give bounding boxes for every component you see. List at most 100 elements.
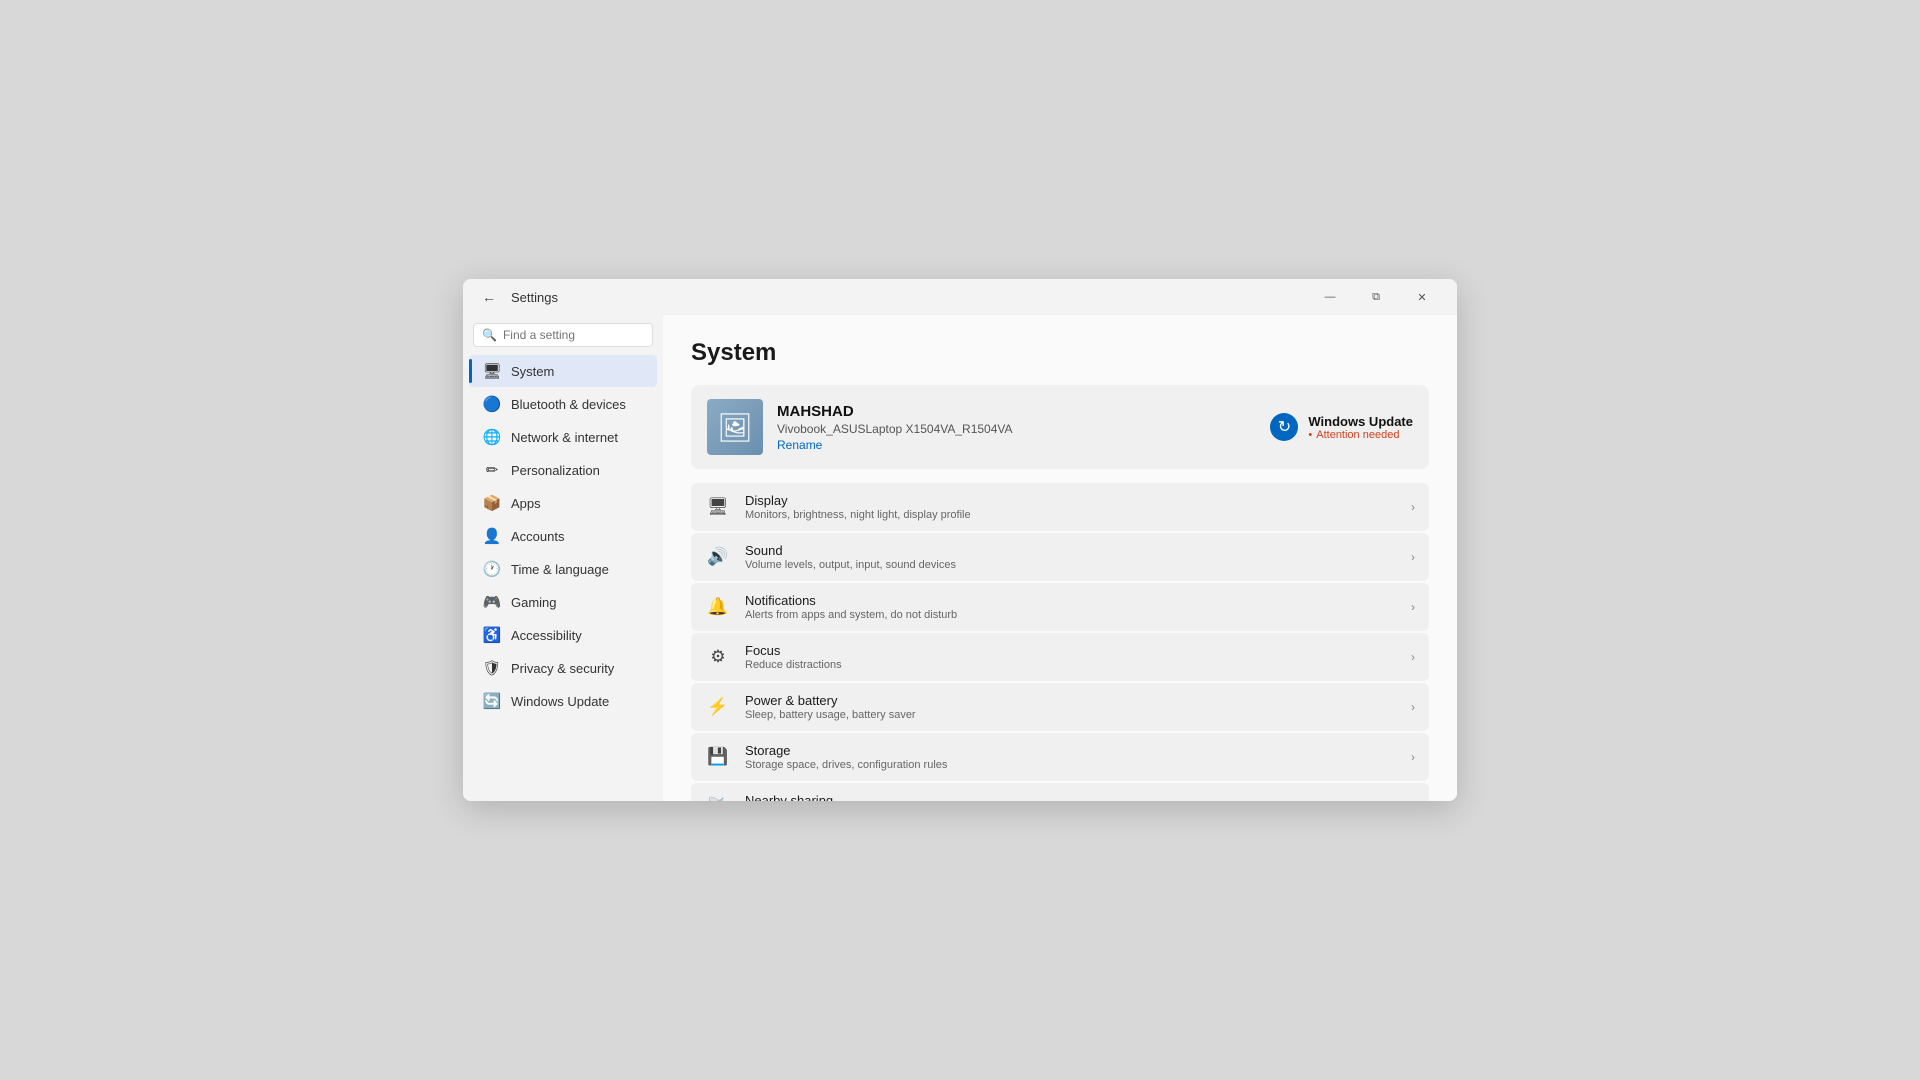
- nearby-label: Nearby sharing: [745, 793, 1397, 801]
- sidebar-item-gaming[interactable]: 🎮 Gaming: [469, 586, 657, 618]
- sidebar-label-apps: Apps: [511, 496, 541, 511]
- sound-desc: Volume levels, output, input, sound devi…: [745, 559, 1397, 571]
- back-button[interactable]: ←: [475, 283, 503, 311]
- sound-label: Sound: [745, 543, 1397, 558]
- settings-row-power[interactable]: ⚡ Power & battery Sleep, battery usage, …: [691, 683, 1429, 731]
- time-icon: 🕐: [483, 560, 501, 578]
- focus-text: Focus Reduce distractions: [745, 643, 1397, 671]
- system-icon: 🖥: [483, 362, 501, 380]
- sidebar-item-windowsupdate[interactable]: 🔄 Windows Update: [469, 685, 657, 717]
- storage-desc: Storage space, drives, configuration rul…: [745, 759, 1397, 771]
- update-title: Windows Update: [1308, 414, 1413, 429]
- focus-chevron: ›: [1411, 650, 1415, 664]
- sidebar-item-personalization[interactable]: ✏ Personalization: [469, 454, 657, 486]
- personalization-icon: ✏: [483, 461, 501, 479]
- update-widget[interactable]: ↻ Windows Update Attention needed: [1270, 413, 1413, 441]
- sidebar-label-gaming: Gaming: [511, 595, 557, 610]
- update-icon: ↻: [1270, 413, 1298, 441]
- power-icon: ⚡: [705, 694, 731, 720]
- display-label: Display: [745, 493, 1397, 508]
- sidebar: 🔍 🖥 System 🔵 Bluetooth & devices 🌐 Netwo…: [463, 315, 663, 801]
- gaming-icon: 🎮: [483, 593, 501, 611]
- storage-chevron: ›: [1411, 750, 1415, 764]
- settings-row-sound[interactable]: 🔊 Sound Volume levels, output, input, so…: [691, 533, 1429, 581]
- profile-info: MAHSHAD Vivobook_ASUSLaptop X1504VA_R150…: [777, 403, 1256, 452]
- titlebar-left: ← Settings: [475, 283, 558, 311]
- update-text: Windows Update Attention needed: [1308, 414, 1413, 441]
- sound-chevron: ›: [1411, 550, 1415, 564]
- window-controls: — ⧉ ✕: [1307, 281, 1445, 313]
- notifications-label: Notifications: [745, 593, 1397, 608]
- privacy-icon: 🛡: [483, 659, 501, 677]
- search-box[interactable]: 🔍: [473, 323, 653, 347]
- display-text: Display Monitors, brightness, night ligh…: [745, 493, 1397, 521]
- storage-icon: 💾: [705, 744, 731, 770]
- sidebar-item-privacy[interactable]: 🛡 Privacy & security: [469, 652, 657, 684]
- update-subtitle: Attention needed: [1308, 429, 1413, 441]
- accessibility-icon: ♿: [483, 626, 501, 644]
- search-icon: 🔍: [482, 328, 497, 342]
- power-desc: Sleep, battery usage, battery saver: [745, 709, 1397, 721]
- power-chevron: ›: [1411, 700, 1415, 714]
- accounts-icon: 👤: [483, 527, 501, 545]
- sidebar-item-system[interactable]: 🖥 System: [469, 355, 657, 387]
- rename-button[interactable]: Rename: [777, 438, 1256, 452]
- focus-label: Focus: [745, 643, 1397, 658]
- sound-text: Sound Volume levels, output, input, soun…: [745, 543, 1397, 571]
- display-desc: Monitors, brightness, night light, displ…: [745, 509, 1397, 521]
- power-text: Power & battery Sleep, battery usage, ba…: [745, 693, 1397, 721]
- titlebar: ← Settings — ⧉ ✕: [463, 279, 1457, 315]
- settings-list: 🖥 Display Monitors, brightness, night li…: [691, 483, 1429, 801]
- settings-row-focus[interactable]: ⚙ Focus Reduce distractions ›: [691, 633, 1429, 681]
- close-button[interactable]: ✕: [1399, 281, 1445, 313]
- settings-row-nearby[interactable]: 📡 Nearby sharing Discoverability, receiv…: [691, 783, 1429, 801]
- maximize-button[interactable]: ⧉: [1353, 281, 1399, 313]
- apps-icon: 📦: [483, 494, 501, 512]
- power-label: Power & battery: [745, 693, 1397, 708]
- content-area: 🔍 🖥 System 🔵 Bluetooth & devices 🌐 Netwo…: [463, 315, 1457, 801]
- sidebar-label-accounts: Accounts: [511, 529, 564, 544]
- main-content: System 🖼 MAHSHAD Vivobook_ASUSLaptop X15…: [663, 315, 1457, 801]
- sidebar-item-network[interactable]: 🌐 Network & internet: [469, 421, 657, 453]
- sidebar-label-time: Time & language: [511, 562, 609, 577]
- search-input[interactable]: [503, 328, 644, 342]
- sound-icon: 🔊: [705, 544, 731, 570]
- sidebar-label-update: Windows Update: [511, 694, 609, 709]
- focus-icon: ⚙: [705, 644, 731, 670]
- avatar: 🖼: [707, 399, 763, 455]
- minimize-button[interactable]: —: [1307, 281, 1353, 313]
- settings-window: ← Settings — ⧉ ✕ 🔍 🖥 System 🔵 Bluetooth …: [463, 279, 1457, 801]
- display-icon: 🖥: [705, 494, 731, 520]
- sidebar-item-accounts[interactable]: 👤 Accounts: [469, 520, 657, 552]
- profile-device: Vivobook_ASUSLaptop X1504VA_R1504VA: [777, 422, 1256, 436]
- sidebar-item-apps[interactable]: 📦 Apps: [469, 487, 657, 519]
- nearby-chevron: ›: [1411, 800, 1415, 801]
- sidebar-label-network: Network & internet: [511, 430, 618, 445]
- settings-row-storage[interactable]: 💾 Storage Storage space, drives, configu…: [691, 733, 1429, 781]
- profile-card: 🖼 MAHSHAD Vivobook_ASUSLaptop X1504VA_R1…: [691, 385, 1429, 469]
- page-title: System: [691, 339, 1429, 367]
- settings-row-notifications[interactable]: 🔔 Notifications Alerts from apps and sys…: [691, 583, 1429, 631]
- sidebar-label-bluetooth: Bluetooth & devices: [511, 397, 626, 412]
- nearby-text: Nearby sharing Discoverability, received…: [745, 793, 1397, 801]
- notifications-chevron: ›: [1411, 600, 1415, 614]
- window-title: Settings: [511, 290, 558, 305]
- display-chevron: ›: [1411, 500, 1415, 514]
- settings-row-display[interactable]: 🖥 Display Monitors, brightness, night li…: [691, 483, 1429, 531]
- sidebar-label-system: System: [511, 364, 554, 379]
- profile-name: MAHSHAD: [777, 403, 1256, 420]
- nearby-icon: 📡: [705, 794, 731, 801]
- sidebar-item-time[interactable]: 🕐 Time & language: [469, 553, 657, 585]
- sidebar-label-privacy: Privacy & security: [511, 661, 614, 676]
- notifications-text: Notifications Alerts from apps and syste…: [745, 593, 1397, 621]
- notifications-desc: Alerts from apps and system, do not dist…: [745, 609, 1397, 621]
- focus-desc: Reduce distractions: [745, 659, 1397, 671]
- sidebar-label-personalization: Personalization: [511, 463, 600, 478]
- sidebar-item-accessibility[interactable]: ♿ Accessibility: [469, 619, 657, 651]
- storage-label: Storage: [745, 743, 1397, 758]
- avatar-image: 🖼: [717, 411, 753, 444]
- update-nav-icon: 🔄: [483, 692, 501, 710]
- bluetooth-icon: 🔵: [483, 395, 501, 413]
- sidebar-item-bluetooth[interactable]: 🔵 Bluetooth & devices: [469, 388, 657, 420]
- notifications-icon: 🔔: [705, 594, 731, 620]
